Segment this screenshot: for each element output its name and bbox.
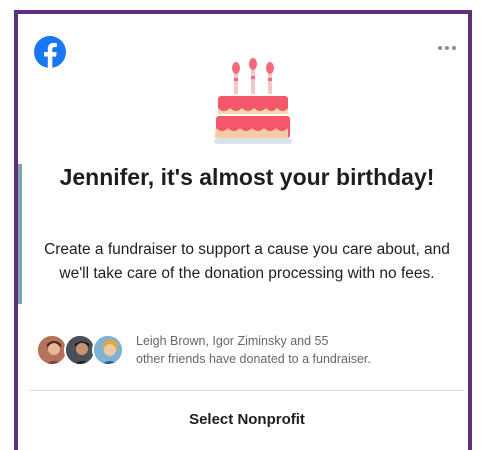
page-title: Jennifer, it's almost your birthday!: [59, 164, 435, 190]
select-nonprofit-button[interactable]: Select Nonprofit: [30, 402, 464, 438]
dot: [438, 46, 442, 50]
friends-donated-text: Leigh Brown, Igor Ziminsky and 55 other …: [136, 332, 371, 368]
friends-donated-row: Leigh Brown, Igor Ziminsky and 55 other …: [36, 330, 460, 370]
friends-line-2: other friends have donated to a fundrais…: [136, 352, 371, 366]
more-options-icon[interactable]: [436, 42, 458, 54]
friend-avatar-3[interactable]: [92, 334, 124, 366]
facebook-logo-icon[interactable]: [34, 36, 66, 68]
friend-avatars: [36, 332, 136, 368]
friends-line-1: Leigh Brown, Igor Ziminsky and 55: [136, 334, 329, 348]
dot: [452, 46, 456, 50]
fundraiser-card: Jennifer, it's almost your birthday! Cre…: [14, 10, 472, 450]
divider: [30, 390, 464, 391]
dot: [445, 46, 449, 50]
birthday-cake-icon: [214, 58, 292, 144]
fundraiser-description: Create a fundraiser to support a cause y…: [44, 241, 450, 282]
card-edge-accent: [18, 164, 22, 304]
